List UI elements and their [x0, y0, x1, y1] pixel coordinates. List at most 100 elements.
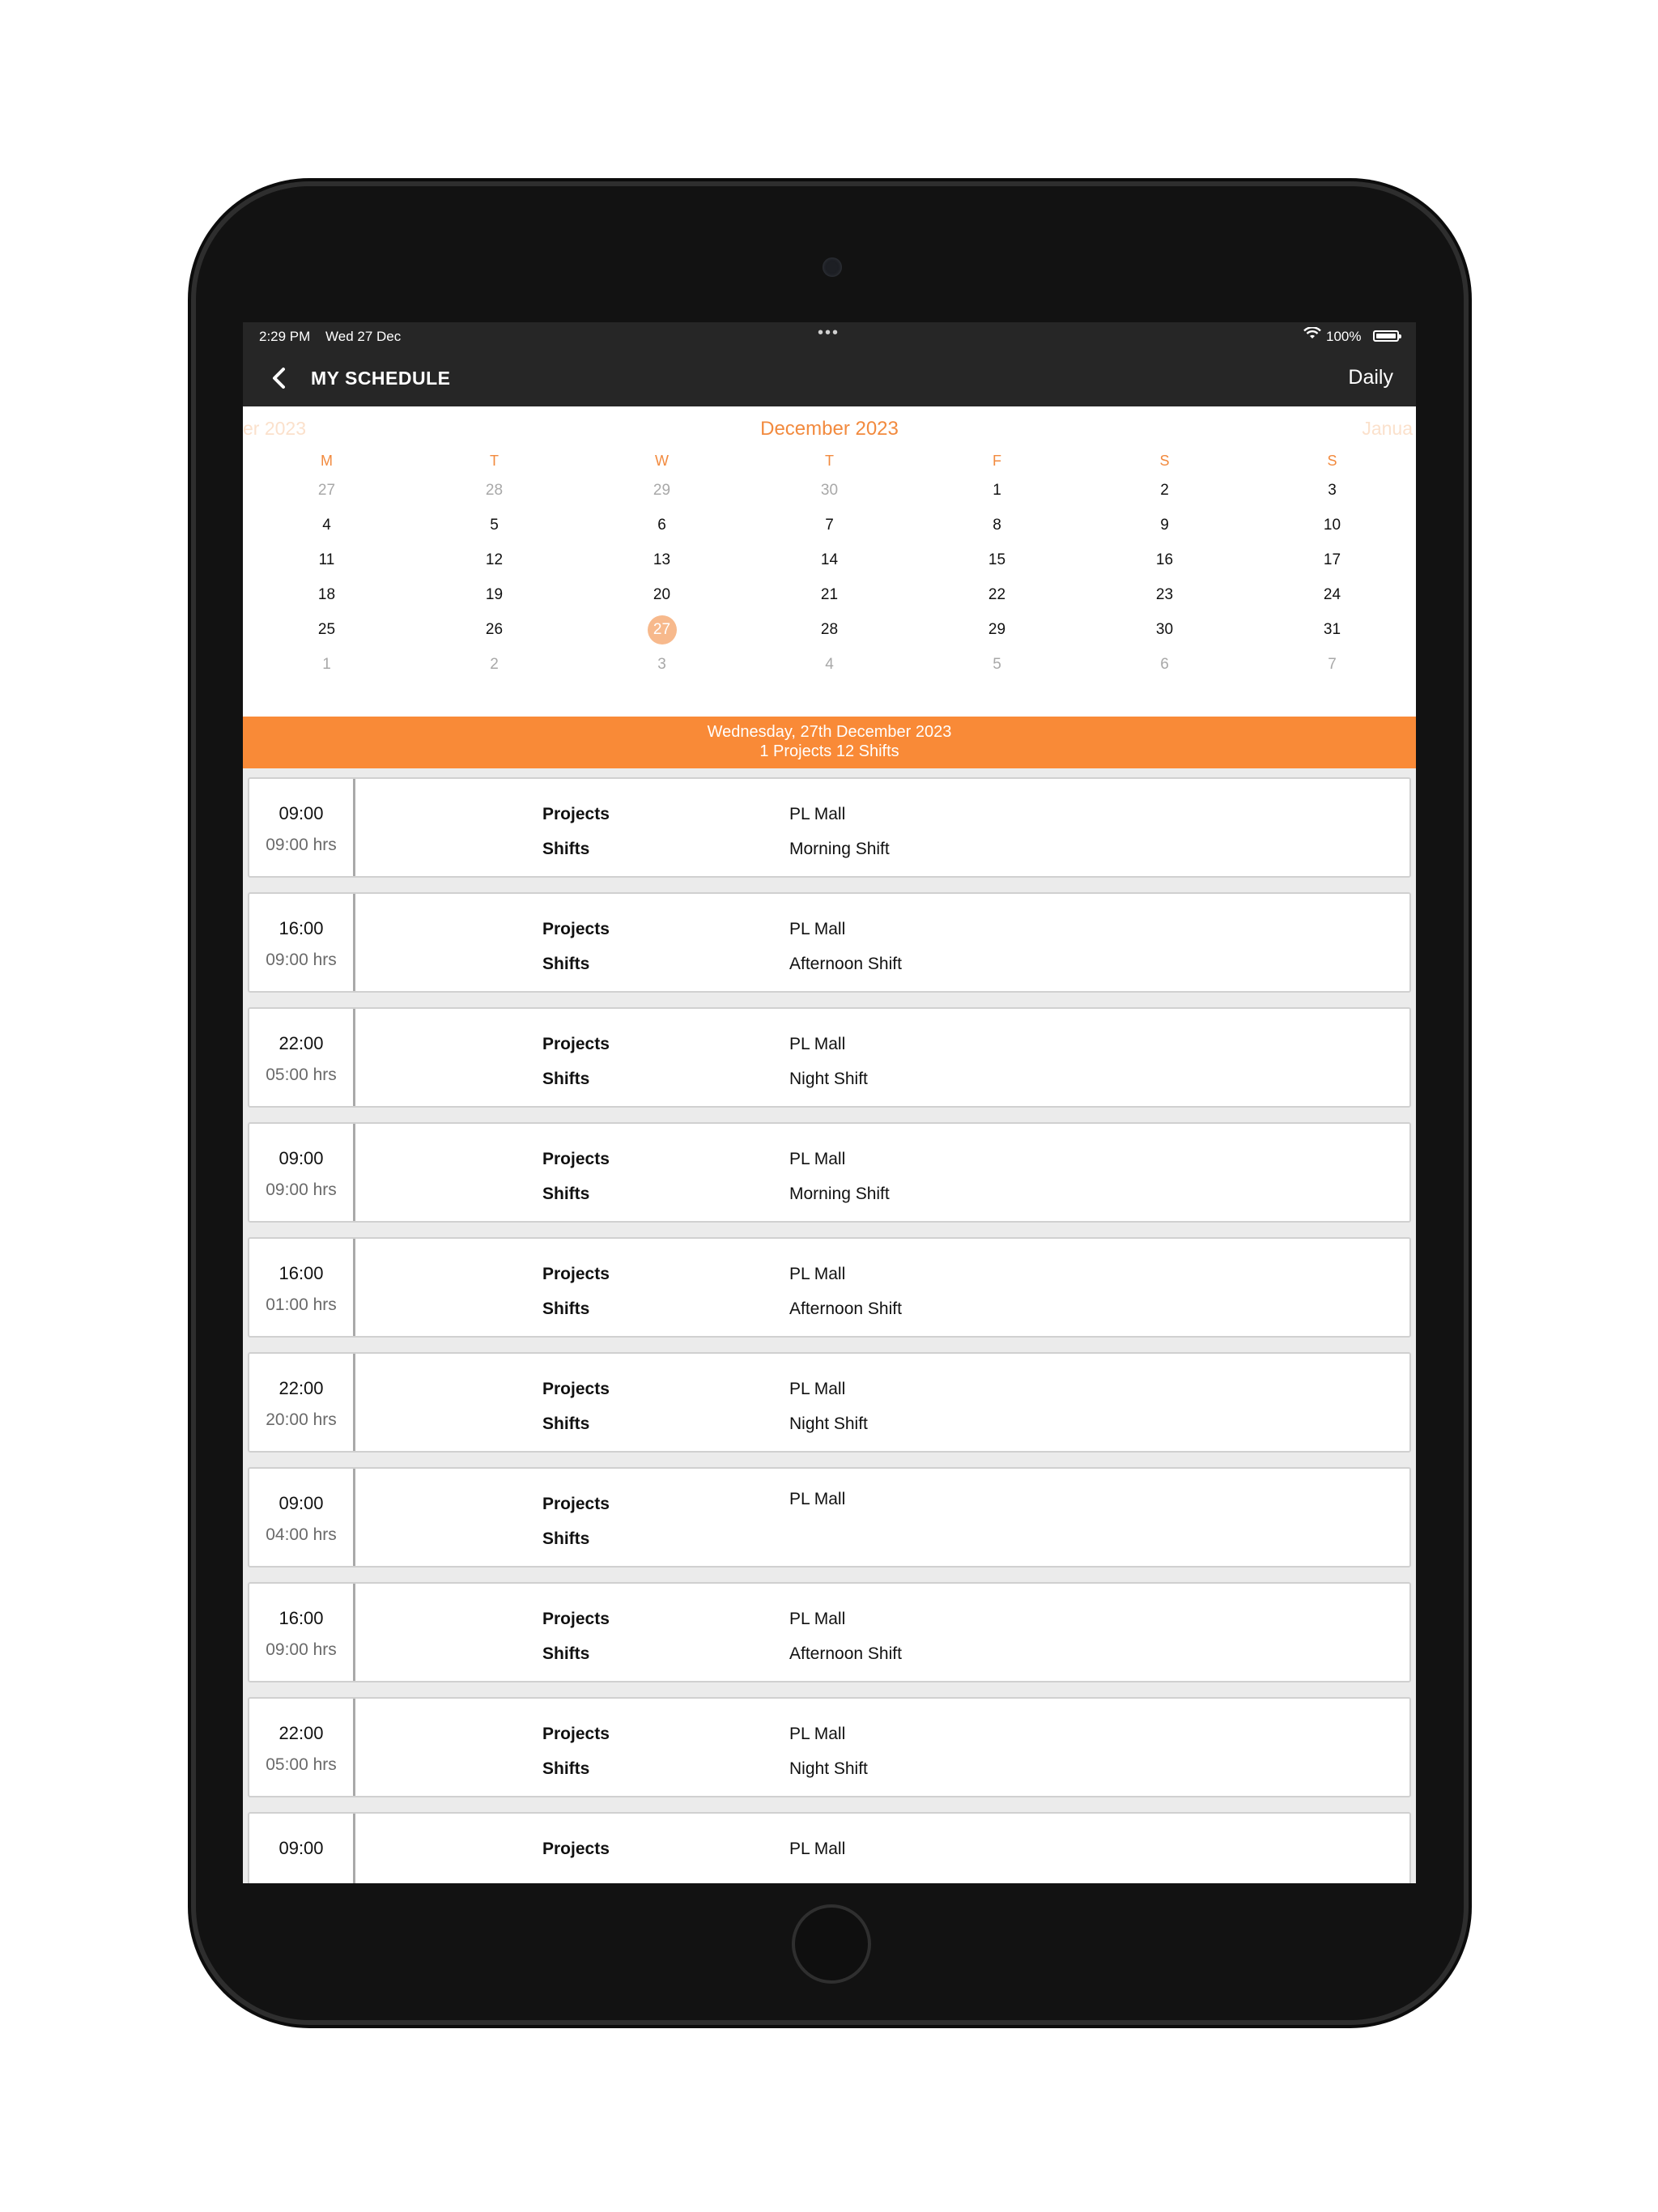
calendar-day[interactable]: 1 [243, 656, 410, 674]
calendar-day-number: 2 [1160, 481, 1169, 499]
projects-label: Projects [542, 920, 610, 938]
shift-duration: 05:00 hrs [266, 1066, 337, 1084]
calendar-day-number: 12 [485, 551, 504, 568]
calendar-day[interactable]: 19 [410, 586, 578, 604]
calendar-day[interactable]: 13 [578, 551, 746, 569]
calendar-day[interactable]: 31 [1248, 621, 1416, 639]
weekday-label: M [321, 452, 333, 469]
status-bar: 2:29 PM Wed 27 Dec ••• 100% [243, 322, 1416, 350]
shift-card[interactable]: 22:00 20:00 hrs Projects Shifts PL Mall … [248, 1352, 1411, 1453]
calendar-day[interactable]: 6 [578, 517, 746, 534]
calendar-day[interactable]: 2 [410, 656, 578, 674]
calendar-day-number: 23 [1155, 585, 1174, 603]
shift-name: Afternoon Shift [789, 1300, 902, 1318]
calendar-day[interactable]: 11 [243, 551, 410, 569]
shift-duration: 01:00 hrs [266, 1295, 337, 1314]
calendar-day[interactable]: 4 [746, 656, 913, 674]
view-mode-button[interactable]: Daily [1348, 366, 1393, 389]
calendar-day[interactable]: 23 [1081, 586, 1248, 604]
shift-card[interactable]: 09:00 Projects PL Mall [248, 1812, 1411, 1883]
calendar-day[interactable]: 5 [913, 656, 1081, 674]
calendar-day[interactable]: 28 [746, 621, 913, 639]
calendar-day-number: 26 [485, 620, 504, 638]
navigation-bar: MY SCHEDULE Daily [243, 350, 1416, 406]
shift-start-time: 09:00 [278, 1148, 324, 1168]
shift-time-column: 09:00 09:00 hrs [249, 779, 355, 876]
shift-card[interactable]: 16:00 09:00 hrs Projects Shifts PL Mall … [248, 892, 1411, 993]
calendar-day[interactable]: 29 [913, 621, 1081, 639]
shift-time-column: 16:00 09:00 hrs [249, 1584, 355, 1681]
calendar-day[interactable]: 7 [1248, 656, 1416, 674]
shift-card[interactable]: 09:00 09:00 hrs Projects Shifts PL Mall … [248, 1122, 1411, 1223]
calendar-day[interactable]: 8 [913, 517, 1081, 534]
calendar-day-number: 14 [820, 551, 839, 568]
calendar-day[interactable]: 18 [243, 586, 410, 604]
calendar-day-number: 29 [988, 620, 1006, 638]
shift-card[interactable]: 22:00 05:00 hrs Projects Shifts PL Mall … [248, 1007, 1411, 1108]
calendar-day[interactable]: 3 [1248, 482, 1416, 500]
shift-time-column: 09:00 04:00 hrs [249, 1469, 355, 1566]
calendar-day[interactable]: 4 [243, 517, 410, 534]
calendar-day[interactable]: 21 [746, 586, 913, 604]
calendar-day-number: 5 [993, 655, 1001, 673]
shift-card[interactable]: 22:00 05:00 hrs Projects Shifts PL Mall … [248, 1697, 1411, 1797]
calendar-day[interactable]: 2 [1081, 482, 1248, 500]
calendar-day[interactable]: 27 [243, 482, 410, 500]
shift-card[interactable]: 16:00 01:00 hrs Projects Shifts PL Mall … [248, 1237, 1411, 1338]
calendar-day[interactable]: 29 [578, 482, 746, 500]
calendar-day[interactable]: 1 [913, 482, 1081, 500]
calendar-day[interactable]: 10 [1248, 517, 1416, 534]
shift-card[interactable]: 16:00 09:00 hrs Projects Shifts PL Mall … [248, 1582, 1411, 1682]
calendar-day[interactable]: 7 [746, 517, 913, 534]
selected-day-marker: 27 [647, 615, 677, 644]
calendar-day-number: 3 [1328, 481, 1337, 499]
shift-duration: 20:00 hrs [266, 1410, 337, 1429]
shift-card[interactable]: 09:00 04:00 hrs Projects Shifts PL Mall [248, 1467, 1411, 1568]
projects-label: Projects [542, 1725, 610, 1743]
back-chevron-icon[interactable] [266, 364, 293, 392]
shift-duration: 04:00 hrs [266, 1525, 337, 1544]
calendar-day[interactable]: 30 [1081, 621, 1248, 639]
calendar-day[interactable]: 26 [410, 621, 578, 639]
shifts-label: Shifts [542, 840, 590, 858]
shift-duration: 09:00 hrs [266, 951, 337, 969]
shift-start-time: 16:00 [278, 918, 324, 938]
calendar-day-number: 28 [485, 481, 504, 499]
calendar-day-number: 16 [1155, 551, 1174, 568]
wifi-icon [1303, 326, 1321, 344]
calendar-day-selected[interactable]: 27 [578, 615, 746, 644]
shift-duration: 09:00 hrs [266, 1180, 337, 1199]
calendar-day[interactable]: 15 [913, 551, 1081, 569]
multitasking-dots-icon[interactable]: ••• [818, 324, 840, 342]
calendar-day[interactable]: 30 [746, 482, 913, 500]
calendar-day[interactable]: 5 [410, 517, 578, 534]
calendar-day[interactable]: 24 [1248, 586, 1416, 604]
calendar-day[interactable]: 14 [746, 551, 913, 569]
calendar-day-number: 4 [322, 516, 331, 534]
calendar-day-number: 9 [1160, 516, 1169, 534]
shift-card[interactable]: 09:00 09:00 hrs Projects Shifts PL Mall … [248, 777, 1411, 878]
calendar-day-number: 10 [1323, 516, 1341, 534]
calendar-day[interactable]: 3 [578, 656, 746, 674]
calendar-day[interactable]: 17 [1248, 551, 1416, 569]
shift-duration: 05:00 hrs [266, 1755, 337, 1774]
calendar-day[interactable]: 28 [410, 482, 578, 500]
calendar-day[interactable]: 6 [1081, 656, 1248, 674]
calendar-week: 1 2 3 4 5 6 7 [243, 647, 1416, 682]
calendar-day-number: 18 [317, 585, 336, 603]
calendar-day[interactable]: 22 [913, 586, 1081, 604]
projects-label: Projects [542, 1495, 610, 1513]
home-button[interactable] [792, 1904, 871, 1984]
calendar-day[interactable]: 16 [1081, 551, 1248, 569]
calendar-day[interactable]: 25 [243, 621, 410, 639]
calendar-day-number: 20 [653, 585, 671, 603]
weekday-header: M T W T F S S [243, 449, 1416, 473]
calendar-day-number: 2 [490, 655, 499, 673]
projects-label: Projects [542, 1035, 610, 1053]
selected-date-label: Wednesday, 27th December 2023 [707, 723, 952, 741]
calendar-day[interactable]: 20 [578, 586, 746, 604]
next-month-label[interactable]: Janua [1362, 418, 1413, 440]
calendar-day[interactable]: 9 [1081, 517, 1248, 534]
calendar-day[interactable]: 12 [410, 551, 578, 569]
shift-time-column: 22:00 05:00 hrs [249, 1009, 355, 1106]
